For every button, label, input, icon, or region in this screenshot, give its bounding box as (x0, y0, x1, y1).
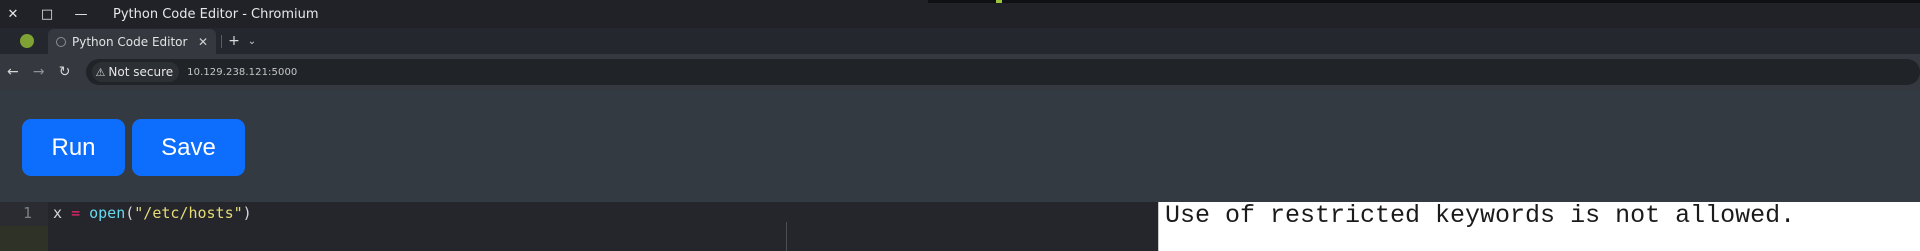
warning-icon: ⚠ (95, 65, 106, 79)
window-maximize-icon[interactable]: □ (37, 4, 57, 24)
code-token-operator: = (71, 204, 81, 222)
line-number: 1 (22, 204, 32, 222)
print-margin (786, 222, 787, 251)
forward-icon[interactable]: → (28, 61, 50, 83)
window-title: Python Code Editor - Chromium (113, 6, 319, 22)
security-label: Not secure (108, 65, 174, 79)
save-button[interactable]: Save (132, 119, 245, 176)
output-panel: Use of restricted keywords is not allowe… (1158, 201, 1920, 251)
tab-python-code-editor[interactable]: Python Code Editor ✕ (48, 29, 216, 54)
code-token-paren-close: ) (242, 204, 252, 222)
address-bar[interactable]: ⚠ Not secure 10.129.238.121:5000 (85, 59, 1920, 85)
url-text[interactable]: 10.129.238.121:5000 (187, 67, 297, 78)
window-close-icon[interactable]: ✕ (3, 4, 23, 24)
editor-gutter: 1 (0, 202, 48, 251)
output-message: Use of restricted keywords is not allowe… (1165, 201, 1796, 230)
code-token-string: "/etc/hosts" (134, 204, 243, 222)
tab-search-icon[interactable] (20, 34, 34, 48)
window-minimize-icon[interactable]: — (71, 4, 91, 24)
reload-icon[interactable]: ↻ (54, 61, 76, 83)
security-chip[interactable]: ⚠ Not secure (91, 62, 180, 82)
tab-close-icon[interactable]: ✕ (198, 35, 208, 49)
tab-strip: Python Code Editor ✕ + ⌄ (0, 28, 1920, 54)
tab-title: Python Code Editor (72, 34, 188, 49)
run-button[interactable]: Run (22, 119, 125, 176)
back-icon[interactable]: ← (2, 61, 24, 83)
globe-icon (56, 36, 66, 47)
browser-toolbar: ← → ↻ ⚠ Not secure 10.129.238.121:5000 (0, 54, 1920, 90)
page-content: Run Save 1 x = open("/etc/hosts") Use of… (0, 90, 1920, 251)
code-token-paren-open: ( (125, 204, 135, 222)
tab-separator (221, 35, 222, 48)
code-line[interactable]: x = open("/etc/hosts") (53, 204, 252, 222)
new-tab-icon[interactable]: + (226, 31, 242, 51)
window-titlebar: ✕ □ — Python Code Editor - Chromium (0, 0, 1920, 28)
titlebar-indicator (996, 0, 1002, 3)
titlebar-strip (928, 0, 1920, 3)
chevron-down-icon[interactable]: ⌄ (244, 31, 260, 51)
code-token-var: x (53, 204, 72, 222)
code-token-function: open (89, 204, 126, 222)
code-editor[interactable]: 1 x = open("/etc/hosts") (0, 202, 1158, 251)
gutter-active-line (0, 226, 48, 251)
